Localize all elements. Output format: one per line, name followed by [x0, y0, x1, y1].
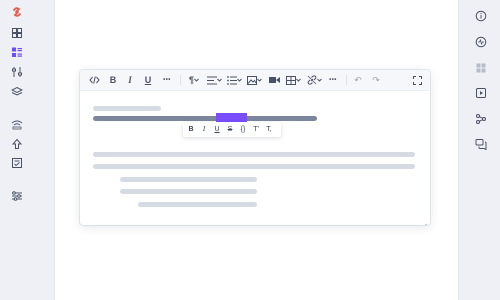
sliders-icon[interactable]: [11, 66, 23, 78]
dashboard-icon[interactable]: [11, 27, 23, 39]
content-line: [120, 177, 257, 182]
redo-icon[interactable]: ↷: [370, 74, 382, 86]
table-icon[interactable]: [285, 74, 302, 86]
layers-icon[interactable]: [11, 86, 23, 98]
chat-icon[interactable]: [475, 138, 487, 150]
content-line: [93, 152, 415, 157]
undo-icon[interactable]: ↶: [352, 74, 364, 86]
more-icon-2[interactable]: •••: [326, 74, 340, 86]
list-icon[interactable]: [226, 74, 242, 86]
code-icon[interactable]: [88, 74, 100, 86]
content-line: [93, 164, 415, 169]
video-icon[interactable]: [268, 74, 280, 86]
bubble-italic-button[interactable]: I: [198, 124, 210, 135]
image-icon[interactable]: [246, 74, 262, 86]
bold-button[interactable]: B: [107, 74, 119, 86]
activity-icon[interactable]: [475, 36, 487, 48]
bubble-menu: B I U S {} T' T,: [183, 122, 281, 137]
info-icon[interactable]: [475, 10, 487, 22]
underline-button[interactable]: U: [142, 74, 154, 86]
rich-text-editor[interactable]: B I U ••• ¶ ••• ↶ ↷: [80, 70, 430, 225]
left-sidebar: [0, 0, 55, 300]
link-icon[interactable]: [306, 74, 323, 86]
bubble-superscript-button[interactable]: T': [250, 124, 262, 135]
toolbar-divider-2: [346, 75, 347, 85]
settings-sliders-icon[interactable]: [11, 190, 23, 202]
selected-line: [93, 116, 317, 121]
bubble-strike-button[interactable]: S: [224, 124, 236, 135]
bubble-underline-button[interactable]: U: [211, 124, 223, 135]
bubble-code-button[interactable]: {}: [237, 124, 249, 135]
blocks-icon[interactable]: [11, 46, 23, 58]
right-sidebar: [458, 0, 500, 300]
resize-handle[interactable]: [421, 216, 427, 225]
more-icon[interactable]: •••: [160, 74, 174, 86]
upload-icon[interactable]: [11, 138, 23, 150]
bubble-subscript-button[interactable]: T,: [263, 124, 275, 135]
wifi-icon[interactable]: [11, 118, 23, 130]
content-line: [120, 189, 257, 194]
text-selection: [216, 113, 247, 122]
toolbar-divider: [180, 75, 181, 85]
bubble-bold-button[interactable]: B: [185, 124, 197, 135]
fullscreen-icon[interactable]: [411, 74, 423, 86]
video-icon[interactable]: [475, 87, 487, 99]
share-icon[interactable]: [475, 113, 487, 125]
editor-toolbar: B I U ••• ¶ ••• ↶ ↷: [80, 70, 430, 91]
checklist-icon[interactable]: [11, 157, 23, 169]
content-line: [138, 202, 257, 207]
grid-icon[interactable]: [475, 62, 487, 74]
align-icon[interactable]: [206, 74, 222, 86]
paragraph-button[interactable]: ¶: [186, 74, 202, 86]
logo-icon[interactable]: [11, 6, 23, 18]
italic-button[interactable]: I: [124, 74, 136, 86]
content-line: [93, 106, 161, 111]
